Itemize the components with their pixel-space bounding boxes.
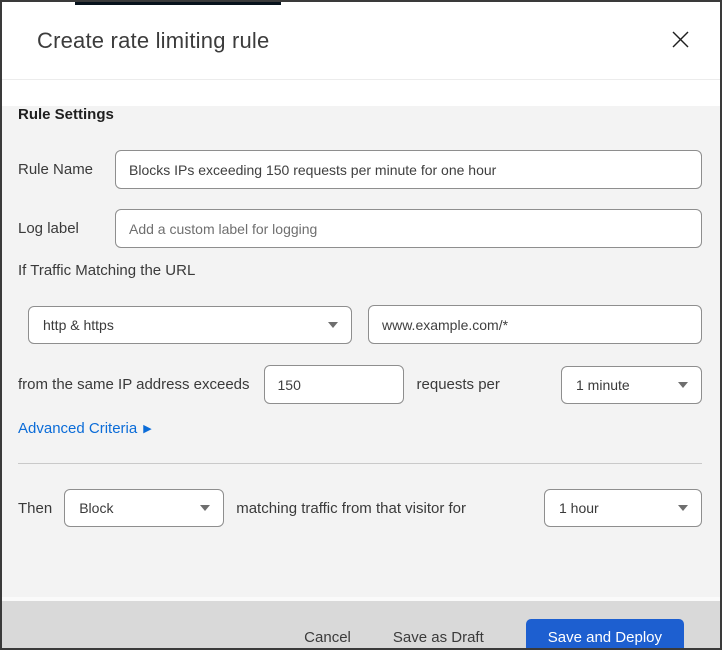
- save-and-deploy-button[interactable]: Save and Deploy: [525, 619, 684, 648]
- period-select-value: 1 minute: [576, 376, 630, 393]
- period-select[interactable]: 1 minute: [561, 365, 702, 404]
- rate-limiting-rule-dialog: Create rate limiting rule Rule Settings …: [0, 0, 722, 650]
- action-row: Then Block matching traffic from that vi…: [18, 489, 702, 527]
- dialog-header: Create rate limiting rule: [2, 2, 720, 80]
- close-button[interactable]: [667, 26, 694, 56]
- advanced-criteria-link[interactable]: Advanced Criteria ▶: [18, 420, 152, 437]
- dialog-body: Rule Settings Rule Name Log label If Tra…: [2, 106, 720, 597]
- cancel-button[interactable]: Cancel: [304, 629, 351, 646]
- action-suffix-label: matching traffic from that visitor for: [236, 499, 467, 517]
- threshold-prefix-label: from the same IP address exceeds: [18, 376, 250, 393]
- log-label-input[interactable]: [115, 209, 702, 248]
- rule-name-input[interactable]: [115, 150, 702, 189]
- action-select-value: Block: [79, 500, 114, 516]
- then-label: Then: [18, 499, 53, 517]
- advanced-criteria-label: Advanced Criteria: [18, 419, 138, 437]
- page-title: Create rate limiting rule: [37, 27, 270, 53]
- log-label-label: Log label: [18, 220, 79, 237]
- dialog-footer: Cancel Save as Draft Save and Deploy: [2, 597, 720, 648]
- caret-down-icon: [678, 505, 688, 511]
- page-behind-strip: [75, 2, 281, 5]
- arrow-right-icon: ▶: [143, 422, 152, 435]
- action-select[interactable]: Block: [64, 489, 225, 527]
- caret-down-icon: [328, 321, 338, 328]
- threshold-row: from the same IP address exceeds request…: [18, 365, 702, 404]
- requests-per-label: requests per: [416, 376, 500, 393]
- url-match-row: http & https: [18, 305, 702, 344]
- traffic-match-heading: If Traffic Matching the URL: [18, 262, 196, 279]
- url-pattern-input[interactable]: [368, 305, 702, 344]
- caret-down-icon: [678, 381, 688, 388]
- rule-name-row: Rule Name: [18, 150, 702, 189]
- url-input-wrap: [368, 305, 702, 344]
- rule-name-label: Rule Name: [18, 161, 94, 178]
- duration-select[interactable]: 1 hour: [544, 489, 702, 527]
- log-label-row: Log label: [18, 209, 702, 248]
- scheme-select-value: http & https: [43, 316, 114, 333]
- caret-down-icon: [200, 505, 211, 511]
- request-count-input[interactable]: [263, 365, 404, 404]
- advanced-criteria-row: Advanced Criteria ▶: [18, 419, 702, 437]
- rule-settings-heading: Rule Settings: [18, 106, 114, 123]
- save-as-draft-button[interactable]: Save as Draft: [393, 629, 484, 646]
- section-divider: [18, 463, 702, 464]
- duration-select-value: 1 hour: [559, 500, 599, 516]
- scheme-select[interactable]: http & https: [28, 305, 352, 344]
- close-icon: [671, 30, 690, 52]
